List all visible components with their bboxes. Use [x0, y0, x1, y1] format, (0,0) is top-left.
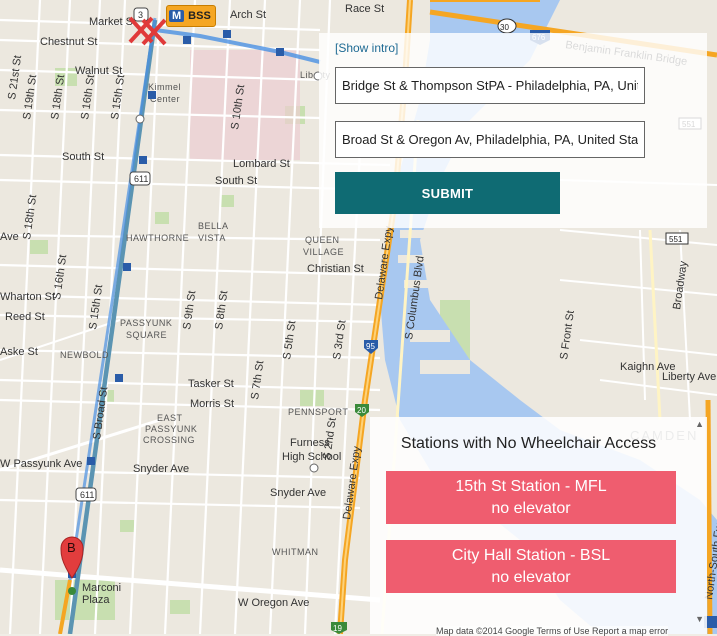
street-morris: Morris St — [190, 398, 234, 410]
area-passyunk2: PASSYUNK — [145, 424, 197, 434]
bss-badge[interactable]: M BSS — [166, 5, 216, 27]
area-east: EAST — [157, 413, 183, 423]
street-oregon: W Oregon Ave — [238, 597, 309, 609]
svg-text:3: 3 — [138, 10, 143, 20]
station-item[interactable]: 15th St Station - MFL no elevator — [386, 471, 676, 524]
origin-input[interactable] — [335, 67, 645, 104]
scroll-up-icon[interactable]: ▲ — [695, 419, 704, 429]
metro-icon: M — [169, 10, 185, 22]
map-attribution: Map data ©2014 Google Terms of Use Repor… — [436, 626, 669, 636]
street-south-2: South St — [215, 175, 257, 187]
svg-text:551: 551 — [669, 235, 683, 244]
street-passyunk: W Passyunk Ave — [0, 458, 82, 470]
area-vista: VISTA — [198, 233, 226, 243]
area-crossing: CROSSING — [143, 435, 195, 445]
street-chestnut: Chestnut St — [40, 36, 97, 48]
street-arch: Arch St — [230, 9, 266, 21]
station-item[interactable]: City Hall Station - BSL no elevator — [386, 540, 676, 593]
station-status: no elevator — [491, 500, 571, 517]
stations-panel: ▲ Stations with No Wheelchair Access 15t… — [370, 417, 707, 634]
area-hawthorne: HAWTHORNE — [126, 233, 189, 243]
bss-label: BSS — [188, 10, 211, 22]
station-status: no elevator — [491, 569, 571, 586]
svg-text:B: B — [67, 540, 76, 555]
scroll-down-icon[interactable]: ▼ — [695, 614, 704, 624]
area-bella: BELLA — [198, 221, 229, 231]
street-lombard: Lombard St — [233, 158, 290, 170]
directions-panel: [Show intro] SUBMIT — [319, 33, 707, 228]
svg-text:95: 95 — [366, 342, 375, 351]
street-christian: Christian St — [307, 263, 364, 275]
street-snyder-2: Snyder Ave — [270, 487, 326, 499]
svg-text:611: 611 — [80, 490, 94, 500]
area-pennsport: PENNSPORT — [288, 407, 348, 417]
street-tasker: Tasker St — [188, 378, 234, 390]
street-wharton: Wharton St — [0, 291, 55, 303]
destination-input[interactable] — [335, 121, 645, 158]
street-reed: Reed St — [5, 311, 45, 323]
area-newbold: NEWBOLD — [60, 350, 109, 360]
street-liberty: Liberty Ave — [662, 371, 716, 383]
station-name: City Hall Station - BSL — [451, 547, 611, 564]
svg-text:611: 611 — [134, 174, 148, 184]
area-queen: QUEEN — [305, 235, 340, 245]
street-snyder: Snyder Ave — [133, 463, 189, 475]
station-name: 15th St Station - MFL — [455, 478, 607, 495]
area-square: SQUARE — [126, 330, 167, 340]
area-whitman: WHITMAN — [272, 547, 319, 557]
svg-text:19: 19 — [333, 624, 342, 633]
show-intro-link[interactable]: [Show intro] — [335, 41, 398, 55]
street-ave: Ave — [0, 231, 19, 243]
svg-text:30: 30 — [500, 23, 509, 32]
svg-text:20: 20 — [357, 406, 366, 415]
area-kimmel: Kimmel — [148, 82, 181, 92]
street-south: South St — [62, 151, 104, 163]
area-village: VILLAGE — [303, 247, 344, 257]
street-aske: Aske St — [0, 346, 38, 358]
area-furness: Furness — [290, 437, 330, 449]
area-marconi: Marconi — [82, 582, 121, 594]
stations-title: Stations with No Wheelchair Access — [400, 435, 657, 452]
area-plaza: Plaza — [82, 594, 110, 606]
submit-button[interactable]: SUBMIT — [335, 172, 560, 214]
street-market: Market St — [89, 16, 136, 28]
area-furness-2: High School — [282, 451, 341, 463]
area-passyunk: PASSYUNK — [120, 318, 172, 328]
street-race: Race St — [345, 3, 384, 15]
